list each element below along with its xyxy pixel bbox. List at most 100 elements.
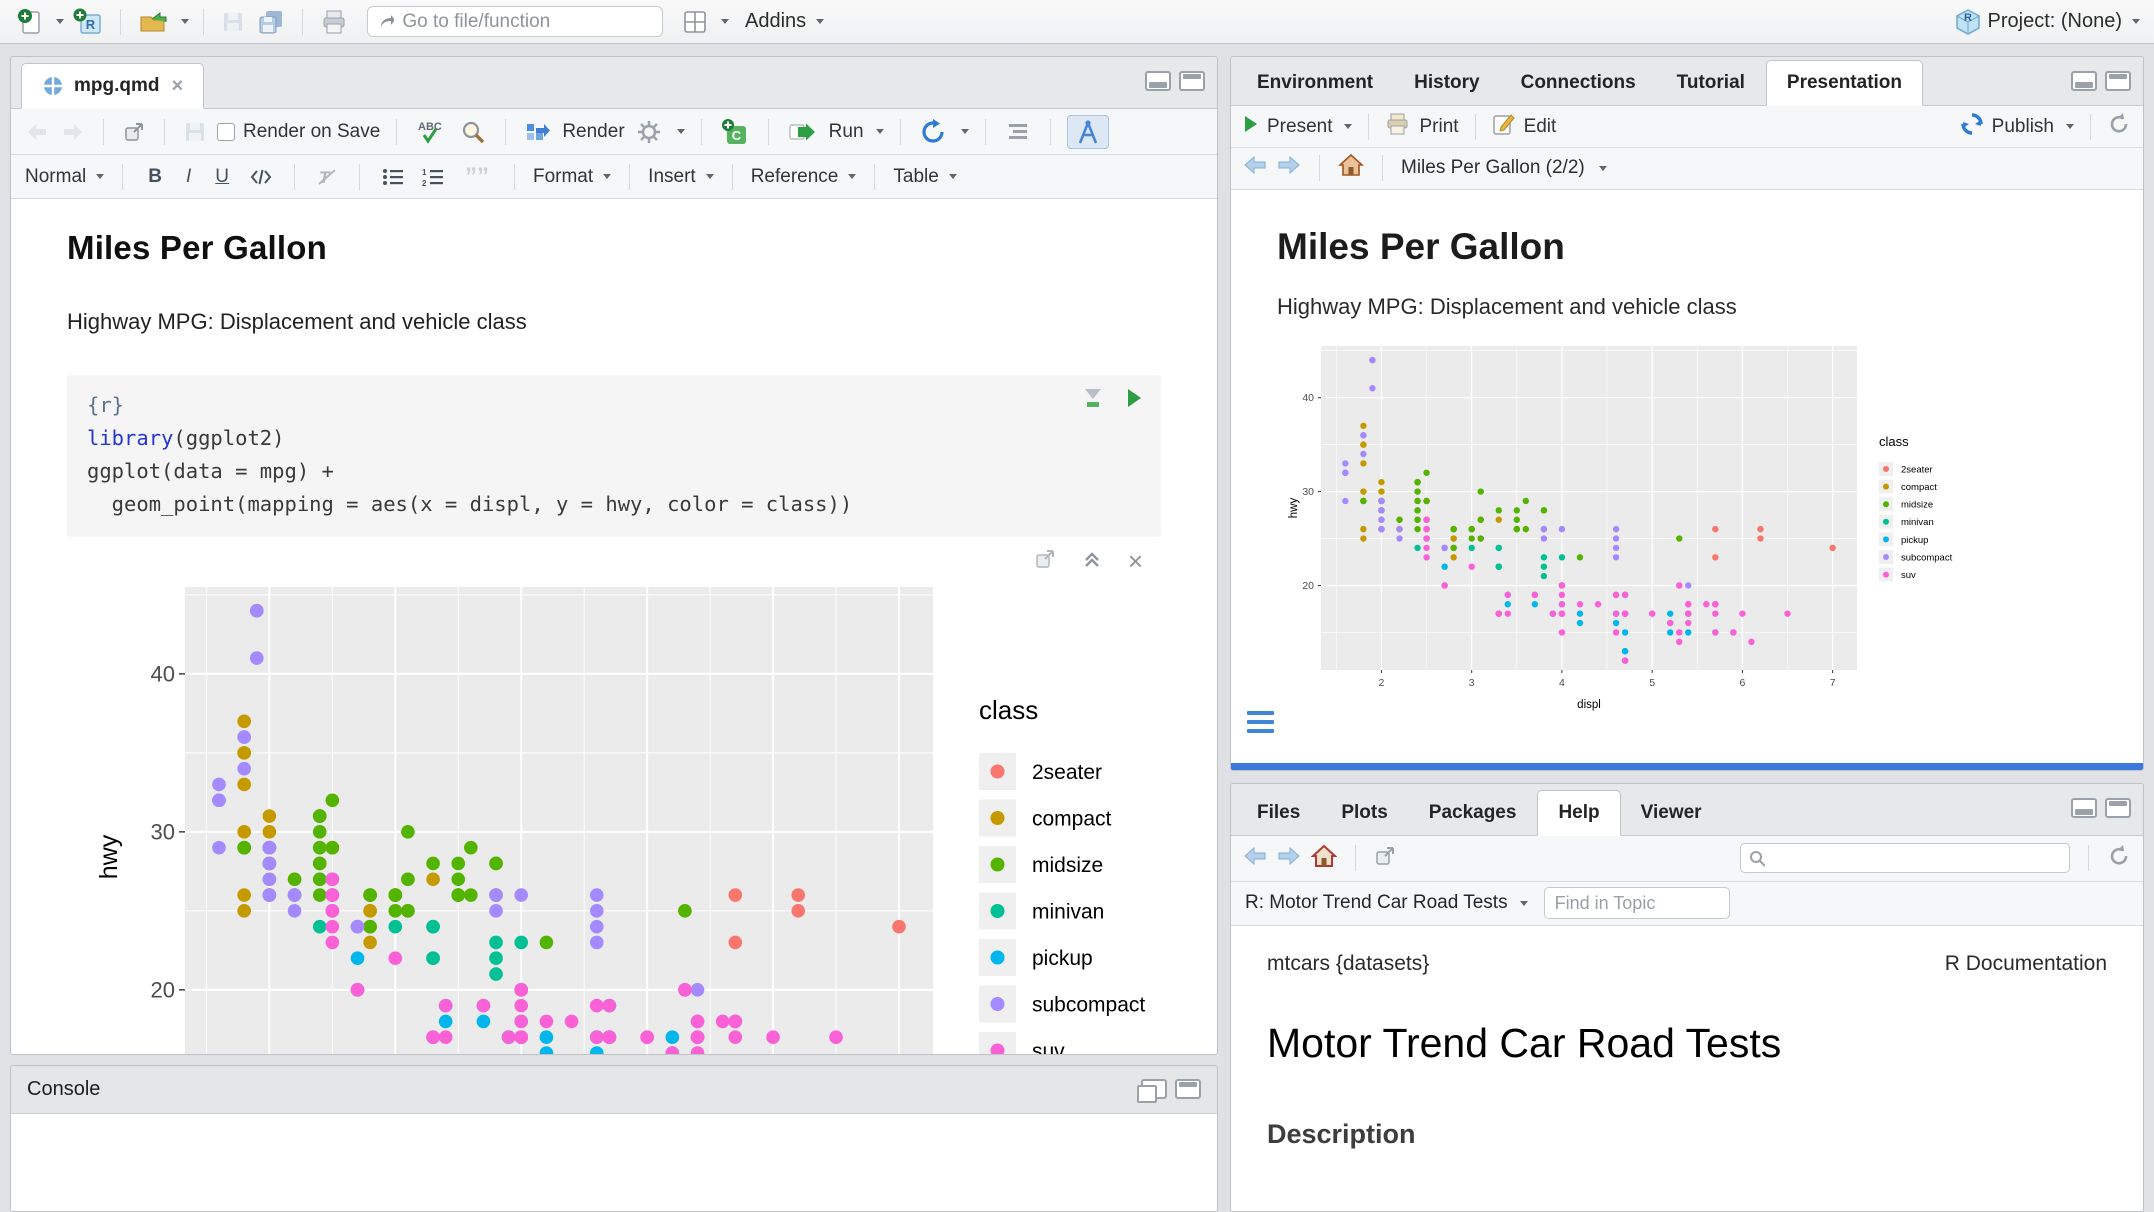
print-icon[interactable]: [317, 6, 351, 38]
reference-menu[interactable]: Reference: [751, 166, 857, 188]
help-popout-icon[interactable]: [1374, 845, 1396, 872]
gear-icon[interactable]: [633, 116, 665, 148]
slide-title: Miles Per Gallon: [1277, 226, 2143, 268]
bold-button[interactable]: B: [141, 164, 169, 190]
italic-button[interactable]: I: [179, 164, 198, 190]
slide-back-icon[interactable]: [1243, 155, 1267, 181]
tab-environment[interactable]: Environment: [1237, 60, 1394, 106]
refresh-icon[interactable]: [2107, 112, 2131, 142]
close-tab-icon[interactable]: ×: [172, 75, 184, 98]
tab-plots[interactable]: Plots: [1321, 790, 1408, 836]
rerun-caret[interactable]: [961, 129, 969, 134]
save-icon[interactable]: [181, 118, 209, 146]
new-file-icon[interactable]: [14, 5, 46, 39]
find-in-topic-input[interactable]: [1544, 887, 1730, 919]
search-icon[interactable]: [457, 116, 489, 148]
run-icon[interactable]: [785, 117, 821, 147]
format-menu[interactable]: Format: [533, 166, 611, 188]
present-play-icon[interactable]: [1243, 114, 1259, 140]
blockquote-icon[interactable]: ””: [458, 161, 496, 193]
slide-nav-selector[interactable]: Miles Per Gallon (2/2): [1401, 157, 1585, 179]
clear-format-icon[interactable]: T: [313, 164, 341, 190]
console-maximize-icon[interactable]: [1175, 1079, 1201, 1099]
addins-menu[interactable]: Addins: [745, 10, 824, 33]
open-file-icon[interactable]: [135, 6, 171, 38]
numbered-list-icon[interactable]: 12: [418, 164, 448, 190]
render-on-save-checkbox[interactable]: [217, 123, 235, 141]
publish-button[interactable]: Publish: [1992, 116, 2054, 138]
home-icon[interactable]: [1338, 153, 1364, 183]
back-icon[interactable]: [23, 119, 51, 145]
open-file-caret[interactable]: [181, 19, 189, 24]
chunk-run-above-icon[interactable]: [1083, 387, 1103, 414]
visual-editor-toggle-icon[interactable]: [1067, 115, 1109, 149]
document-canvas[interactable]: Miles Per Gallon Highway MPG: Displaceme…: [11, 199, 1217, 1055]
tab-presentation[interactable]: Presentation: [1766, 60, 1923, 106]
tab-history[interactable]: History: [1394, 60, 1500, 106]
render-icon[interactable]: [522, 117, 554, 147]
print-button[interactable]: Print: [1419, 116, 1458, 138]
outline-icon[interactable]: [1002, 119, 1034, 145]
menu-icon[interactable]: [1247, 711, 1274, 733]
output-collapse-icon[interactable]: [1082, 549, 1102, 574]
tab-help[interactable]: Help: [1537, 790, 1620, 836]
tab-packages[interactable]: Packages: [1409, 790, 1538, 836]
save-all-icon[interactable]: [254, 6, 288, 38]
publish-icon[interactable]: [1960, 112, 1984, 142]
edit-button[interactable]: Edit: [1524, 116, 1557, 138]
popout-icon[interactable]: [120, 118, 148, 146]
publish-caret[interactable]: [2066, 124, 2074, 129]
underline-button[interactable]: U: [208, 164, 236, 190]
bullet-list-icon[interactable]: [378, 164, 408, 190]
slide-nav-caret[interactable]: [1599, 166, 1607, 171]
help-forward-icon[interactable]: [1277, 846, 1301, 871]
present-caret[interactable]: [1344, 124, 1352, 129]
tab-viewer[interactable]: Viewer: [1621, 790, 1723, 836]
goto-file-box[interactable]: [367, 6, 663, 37]
goto-file-input[interactable]: [402, 11, 652, 33]
paragraph-style-select[interactable]: Normal: [25, 166, 104, 188]
new-file-caret[interactable]: [56, 19, 64, 24]
tab-connections[interactable]: Connections: [1501, 60, 1657, 106]
forward-icon[interactable]: [59, 119, 87, 145]
render-label[interactable]: Render: [562, 121, 624, 143]
output-close-icon[interactable]: ×: [1128, 552, 1143, 570]
chunk-run-icon[interactable]: [1125, 387, 1143, 414]
console-restore-icon[interactable]: [1141, 1079, 1167, 1099]
help-home-icon[interactable]: [1311, 844, 1337, 873]
code-chunk[interactable]: {r}library(ggplot2)ggplot(data = mpg) + …: [67, 375, 1161, 537]
tab-files[interactable]: Files: [1237, 790, 1321, 836]
project-selector[interactable]: R Project: (None): [1954, 8, 2141, 36]
maximize-icon[interactable]: [2105, 798, 2131, 818]
maximize-icon[interactable]: [1179, 71, 1205, 91]
output-popout-icon[interactable]: [1034, 548, 1056, 575]
slide-forward-icon[interactable]: [1277, 155, 1301, 181]
help-search-input[interactable]: [1771, 848, 2061, 868]
run-caret[interactable]: [876, 129, 884, 134]
print-icon[interactable]: [1385, 112, 1411, 142]
rerun-icon[interactable]: [917, 116, 949, 148]
render-options-caret[interactable]: [677, 129, 685, 134]
help-search-box[interactable]: [1740, 843, 2070, 873]
insert-menu[interactable]: Insert: [648, 166, 714, 188]
table-menu[interactable]: Table: [893, 166, 956, 188]
code-format-button[interactable]: [246, 165, 276, 189]
edit-icon[interactable]: [1492, 112, 1516, 142]
insert-chunk-icon[interactable]: C: [718, 115, 752, 149]
tab-tutorial[interactable]: Tutorial: [1657, 60, 1766, 106]
topic-selector[interactable]: R: Motor Trend Car Road Tests: [1245, 892, 1528, 914]
panes-layout-caret[interactable]: [721, 19, 729, 24]
maximize-icon[interactable]: [2105, 71, 2131, 91]
run-label[interactable]: Run: [829, 121, 864, 143]
present-button[interactable]: Present: [1267, 116, 1332, 138]
panes-layout-icon[interactable]: [679, 6, 711, 38]
spellcheck-icon[interactable]: ABC: [413, 115, 449, 149]
help-back-icon[interactable]: [1243, 846, 1267, 871]
minimize-icon[interactable]: [2071, 71, 2097, 91]
new-project-icon[interactable]: R: [70, 5, 106, 39]
minimize-icon[interactable]: [1145, 71, 1171, 91]
minimize-icon[interactable]: [2071, 798, 2097, 818]
tab-mpg-qmd[interactable]: mpg.qmd ×: [21, 63, 204, 109]
help-refresh-icon[interactable]: [2107, 844, 2131, 873]
save-icon[interactable]: [218, 7, 248, 37]
